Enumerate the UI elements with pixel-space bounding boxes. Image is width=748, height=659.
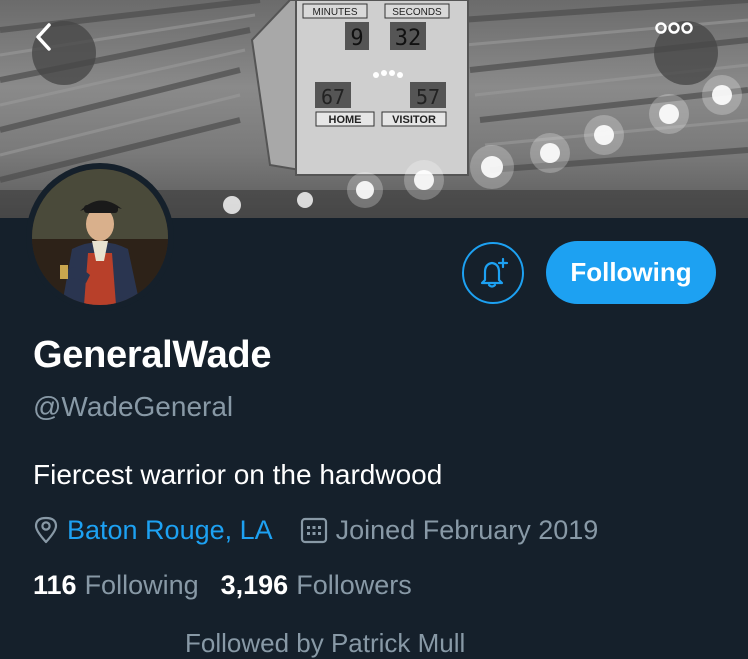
scoreboard-home-label: HOME [329, 114, 362, 126]
profile-bio: Fiercest warrior on the hardwood [33, 459, 443, 490]
avatar-portrait-image [32, 169, 168, 305]
profile-avatar[interactable] [26, 163, 174, 311]
location-pin-icon [33, 516, 59, 544]
notifications-toggle-button[interactable] [462, 242, 524, 304]
follow-stats-row: 116 Following 3,196 Followers [33, 570, 434, 601]
scoreboard-minutes-value: 9 [350, 26, 363, 51]
more-horizontal-icon [655, 22, 693, 34]
followers-count: 3,196 [220, 570, 289, 600]
scoreboard-seconds-value: 32 [395, 26, 422, 51]
scoreboard-visitor-label: VISITOR [392, 114, 436, 126]
chevron-left-icon [36, 23, 51, 51]
profile-meta-row: Baton Rouge, LA Joined February 2019 [33, 512, 598, 548]
scoreboard-home-score: 67 [321, 85, 345, 109]
following-stat-link[interactable]: 116 Following [33, 570, 199, 601]
following-label: Following [84, 570, 199, 600]
calendar-icon [300, 516, 328, 544]
followers-stat-link[interactable]: 3,196 Followers [221, 570, 412, 601]
following-button[interactable]: Following [546, 241, 716, 304]
followers-label: Followers [296, 570, 412, 600]
bell-plus-icon [480, 257, 509, 288]
scoreboard-minutes-label: MINUTES [313, 7, 358, 18]
following-count: 116 [33, 570, 77, 600]
more-options-button[interactable] [654, 21, 718, 85]
location-link[interactable]: Baton Rouge, LA [67, 515, 273, 546]
user-handle: @WadeGeneral [33, 391, 234, 422]
display-name: GeneralWade [33, 334, 272, 376]
joined-date: Joined February 2019 [335, 514, 599, 545]
scoreboard-seconds-label: SECONDS [392, 7, 442, 18]
scoreboard-visitor-score: 57 [416, 85, 440, 109]
followed-by-text[interactable]: Followed by Patrick Mull [185, 628, 465, 659]
back-button[interactable] [32, 21, 96, 85]
